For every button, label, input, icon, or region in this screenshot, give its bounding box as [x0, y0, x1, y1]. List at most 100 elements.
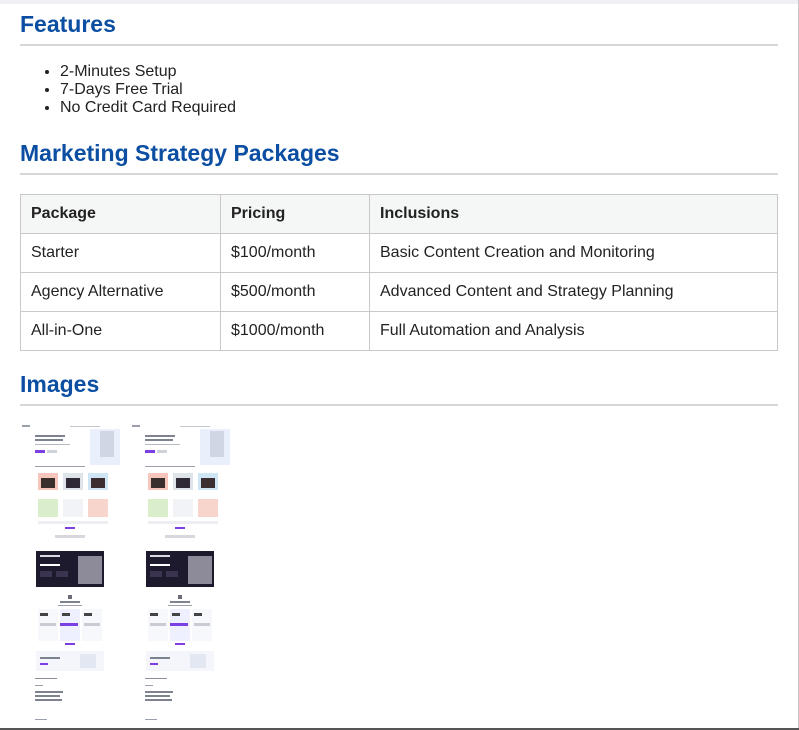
thumbnail-detail — [148, 521, 218, 524]
thumbnail-detail — [38, 499, 58, 517]
thumbnail-detail — [145, 695, 170, 697]
top-edge-bar — [0, 0, 799, 4]
thumbnail-detail — [68, 595, 72, 599]
thumbnail-detail — [150, 663, 158, 665]
thumbnail-detail — [168, 605, 192, 606]
thumbnail-detail — [188, 556, 212, 584]
thumbnail-detail — [35, 691, 63, 693]
inclusions-cell: Full Automation and Analysis — [369, 311, 778, 351]
thumbnail-detail — [88, 499, 108, 517]
thumbnail-detail — [145, 699, 172, 701]
thumbnail-detail — [176, 478, 190, 488]
thumbnail-detail — [100, 431, 114, 457]
thumbnail-detail — [173, 499, 193, 517]
thumbnail-detail — [35, 435, 65, 437]
package-cell: Starter — [20, 233, 221, 273]
thumbnail-detail — [60, 623, 78, 626]
thumbnail-detail — [145, 435, 175, 437]
thumbnail-detail — [178, 595, 182, 599]
thumbnail-detail — [194, 613, 202, 616]
thumbnail-detail — [58, 605, 82, 606]
thumbnail-detail — [150, 564, 170, 566]
thumbnail-detail — [150, 623, 166, 626]
thumbnail-detail — [40, 564, 60, 566]
thumbnail-detail — [194, 623, 210, 626]
thumbnail-detail — [78, 556, 102, 584]
thumbnail-detail — [84, 613, 92, 616]
thumbnail-detail — [65, 527, 75, 529]
thumbnail-detail — [151, 478, 165, 488]
thumbnail-detail — [145, 466, 195, 467]
thumbnail-detail — [55, 535, 85, 538]
thumbnail-detail — [165, 535, 195, 538]
thumbnail-detail — [40, 555, 60, 557]
features-list: 2-Minutes Setup 7-Days Free Trial No Cre… — [20, 63, 236, 117]
column-header-package: Package — [20, 194, 221, 234]
table-row: Starter $100/month Basic Content Creatio… — [20, 233, 778, 273]
thumbnail-detail — [35, 444, 70, 445]
thumbnail-detail — [63, 499, 83, 517]
thumbnail-detail — [145, 691, 173, 693]
thumbnail-detail — [145, 439, 173, 441]
thumbnail-detail — [35, 695, 60, 697]
pricing-cell: $100/month — [220, 233, 370, 273]
thumbnail-detail — [148, 499, 168, 517]
features-heading: Features — [20, 11, 778, 46]
feature-item: 7-Days Free Trial — [60, 81, 236, 99]
thumbnail-detail — [80, 654, 96, 668]
packages-table: Package Pricing Inclusions Starter $100/… — [20, 194, 778, 351]
thumbnail-detail — [35, 699, 62, 701]
website-screenshot-thumbnail[interactable] — [20, 423, 120, 723]
thumbnail-detail — [190, 654, 206, 668]
thumbnail-detail — [40, 613, 48, 616]
thumbnail-detail — [180, 426, 210, 427]
thumbnail-detail — [40, 663, 48, 665]
thumbnail-detail — [38, 521, 108, 524]
thumbnail-detail — [170, 623, 188, 626]
thumbnail-detail — [35, 719, 47, 720]
thumbnail-detail — [40, 657, 60, 659]
thumbnail-detail — [198, 499, 218, 517]
thumbnail-detail — [35, 466, 85, 467]
thumbnail-detail — [170, 601, 190, 603]
thumbnail-detail — [175, 527, 185, 529]
thumbnail-detail — [201, 478, 215, 488]
thumbnail-detail — [210, 431, 224, 457]
thumbnail-detail — [166, 571, 178, 577]
thumbnail-detail — [35, 685, 43, 686]
thumbnail-detail — [150, 613, 158, 616]
thumbnail-detail — [175, 643, 185, 645]
inclusions-cell: Advanced Content and Strategy Planning — [369, 272, 778, 312]
thumbnail-detail — [145, 678, 167, 679]
pricing-cell: $500/month — [220, 272, 370, 312]
thumbnail-detail — [22, 425, 30, 427]
thumbnail-detail — [91, 478, 105, 488]
thumbnail-detail — [172, 613, 180, 616]
thumbnail-detail — [35, 439, 63, 441]
table-row: Agency Alternative $500/month Advanced C… — [20, 272, 778, 312]
thumbnail-detail — [40, 571, 52, 577]
thumbnail-detail — [62, 613, 70, 616]
column-header-inclusions: Inclusions — [369, 194, 778, 234]
feature-item: No Credit Card Required — [60, 99, 236, 117]
thumbnail-detail — [47, 450, 57, 453]
thumbnail-detail — [66, 478, 80, 488]
thumbnail-detail — [145, 685, 153, 686]
thumbnail-detail — [41, 478, 55, 488]
thumbnail-detail — [150, 571, 162, 577]
thumbnail-detail — [150, 657, 170, 659]
thumbnail-detail — [40, 623, 56, 626]
pricing-cell: $1000/month — [220, 311, 370, 351]
thumbnail-detail — [56, 571, 68, 577]
website-screenshot-thumbnail[interactable] — [130, 423, 230, 723]
column-header-pricing: Pricing — [220, 194, 370, 234]
thumbnail-detail — [65, 643, 75, 645]
thumbnail-detail — [157, 450, 167, 453]
thumbnail-detail — [35, 678, 57, 679]
table-row: All-in-One $1000/month Full Automation a… — [20, 311, 778, 351]
packages-heading: Marketing Strategy Packages — [20, 140, 778, 175]
inclusions-cell: Basic Content Creation and Monitoring — [369, 233, 778, 273]
package-cell: Agency Alternative — [20, 272, 221, 312]
thumbnail-detail — [145, 719, 157, 720]
thumbnail-detail — [150, 555, 170, 557]
